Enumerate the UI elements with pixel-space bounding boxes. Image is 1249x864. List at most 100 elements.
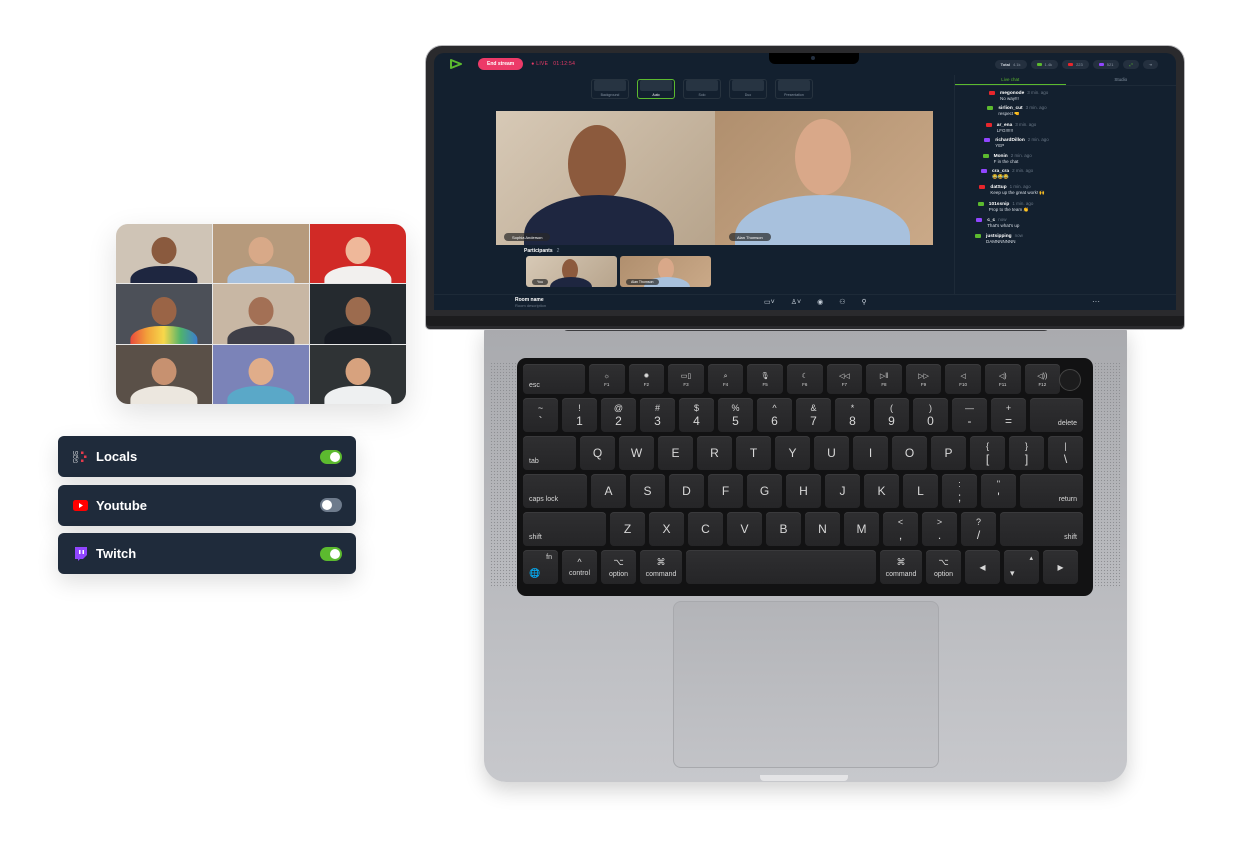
key[interactable]: ▸ xyxy=(1043,550,1078,584)
key[interactable]: ◁) F11 xyxy=(984,364,1021,394)
key[interactable]: ◁◁ F7 xyxy=(826,364,863,394)
key[interactable]: ☼ F1 xyxy=(589,364,625,394)
key[interactable]: G xyxy=(747,474,782,508)
key[interactable]: + = xyxy=(991,398,1026,432)
key[interactable]: delete xyxy=(1030,398,1083,432)
key[interactable]: " ' xyxy=(981,474,1016,508)
key[interactable]: O xyxy=(892,436,927,470)
key[interactable]: — - xyxy=(952,398,987,432)
invite-icon[interactable]: ⚲ xyxy=(861,298,866,306)
locals-toggle[interactable] xyxy=(320,449,342,464)
screen-share-icon[interactable]: ◉ xyxy=(817,298,823,306)
participant-thumb[interactable]: Alan Thomson xyxy=(620,256,711,287)
key[interactable]: ▷‖ F8 xyxy=(866,364,902,394)
key[interactable]: V xyxy=(727,512,762,546)
key[interactable]: R xyxy=(697,436,732,470)
key[interactable]: (9 xyxy=(874,398,909,432)
participant-thumb[interactable]: You xyxy=(526,256,617,287)
chat-username[interactable]: Monin xyxy=(994,154,1008,159)
key[interactable]: }] xyxy=(1009,436,1044,470)
key[interactable]: caps lock xyxy=(523,474,587,508)
key[interactable]: ◁ F10 xyxy=(945,364,981,394)
key[interactable]: ⌘ command xyxy=(640,550,682,584)
key[interactable]: * 8 xyxy=(835,398,870,432)
collapse-panel-button[interactable]: ⇥ xyxy=(1142,60,1158,69)
key[interactable]: ⌥ option xyxy=(601,550,636,584)
key[interactable]: ⌕ F4 xyxy=(707,364,744,394)
key[interactable]: W xyxy=(619,436,654,470)
key[interactable]: I xyxy=(853,436,888,470)
key[interactable]: $4 xyxy=(679,398,714,432)
key[interactable]: ? / xyxy=(961,512,996,546)
key[interactable]: S xyxy=(630,474,665,508)
layout-presentation[interactable]: Presentation xyxy=(775,79,813,99)
chat-username[interactable]: justsipping xyxy=(986,234,1012,239)
layout-background[interactable]: Background xyxy=(591,79,629,99)
key[interactable]: <, xyxy=(883,512,918,546)
key[interactable]: return xyxy=(1020,474,1083,508)
more-options-icon[interactable]: ··· xyxy=(1092,297,1100,306)
key[interactable]: P xyxy=(931,436,966,470)
key[interactable]: esc xyxy=(523,364,585,394)
key[interactable]: {[ xyxy=(970,436,1005,470)
key[interactable]: D xyxy=(669,474,704,508)
key[interactable]: ▭▯ F3 xyxy=(668,364,704,394)
key[interactable]: F xyxy=(708,474,743,508)
chat-username[interactable]: 101ssnip xyxy=(989,202,1010,207)
trackpad[interactable] xyxy=(673,601,939,768)
participants-icon[interactable]: ⚇ xyxy=(839,298,845,306)
key[interactable]: N xyxy=(805,512,840,546)
share-link-button[interactable]: ⤢ xyxy=(1123,60,1139,69)
key[interactable]: ☾ F6 xyxy=(786,364,823,394)
key[interactable]: Y xyxy=(775,436,810,470)
youtube-toggle[interactable] xyxy=(320,498,342,512)
key[interactable]: A xyxy=(591,474,626,508)
key[interactable]: & 7 xyxy=(796,398,831,432)
key[interactable]: ⌥ option xyxy=(926,550,961,584)
key[interactable]: M xyxy=(844,512,879,546)
key[interactable]: Q xyxy=(580,436,615,470)
key[interactable]: :; xyxy=(942,474,977,508)
key[interactable]: #3 xyxy=(640,398,675,432)
key[interactable]: 🎙 F5 xyxy=(747,364,783,394)
microphone-icon[interactable]: ♙˅ xyxy=(791,298,801,306)
layout-duo[interactable]: Duo xyxy=(729,79,767,99)
key[interactable]: shift xyxy=(1000,512,1083,546)
key[interactable]: ⌘ command xyxy=(880,550,922,584)
key[interactable]: ) 0 xyxy=(913,398,948,432)
tab-live-chat[interactable]: Live chat xyxy=(955,75,1066,85)
stage-video-tile[interactable]: Sophia Anderson xyxy=(496,111,715,245)
key[interactable]: ◁)) F12 xyxy=(1024,364,1061,394)
stage-video-tile[interactable]: Alan Thomson xyxy=(715,111,933,245)
key[interactable]: L xyxy=(903,474,938,508)
key[interactable]: C xyxy=(688,512,723,546)
layout-solo[interactable]: Solo xyxy=(683,79,721,99)
key[interactable]: | \ xyxy=(1048,436,1083,470)
key[interactable]: K xyxy=(864,474,899,508)
space-bar[interactable] xyxy=(686,550,876,584)
key[interactable]: X xyxy=(649,512,684,546)
key[interactable]: U xyxy=(814,436,849,470)
key[interactable]: B xyxy=(766,512,801,546)
key[interactable]: E xyxy=(658,436,693,470)
key[interactable]: @2 xyxy=(601,398,636,432)
key[interactable]: H xyxy=(786,474,821,508)
layout-auto[interactable]: Auto xyxy=(637,79,675,99)
key[interactable]: tab xyxy=(523,436,576,470)
key[interactable]: fn 🌐 xyxy=(523,550,558,584)
key[interactable]: T xyxy=(736,436,771,470)
key[interactable]: ◂ xyxy=(965,550,1000,584)
tab-studio[interactable]: Studio xyxy=(1066,75,1177,85)
end-stream-button[interactable]: End stream xyxy=(478,58,524,70)
key[interactable]: Z xyxy=(610,512,645,546)
key[interactable]: % 5 xyxy=(718,398,753,432)
key[interactable]: ^ control xyxy=(562,550,597,584)
power-button-icon[interactable] xyxy=(1059,369,1081,391)
twitch-toggle[interactable] xyxy=(320,546,342,561)
key[interactable]: ▷▷ F9 xyxy=(905,364,942,394)
camera-icon[interactable]: ▭˅ xyxy=(764,298,775,306)
key[interactable]: ! 1 xyxy=(562,398,597,432)
key[interactable]: J xyxy=(825,474,860,508)
key[interactable]: shift xyxy=(523,512,606,546)
key[interactable]: ^ 6 xyxy=(757,398,792,432)
